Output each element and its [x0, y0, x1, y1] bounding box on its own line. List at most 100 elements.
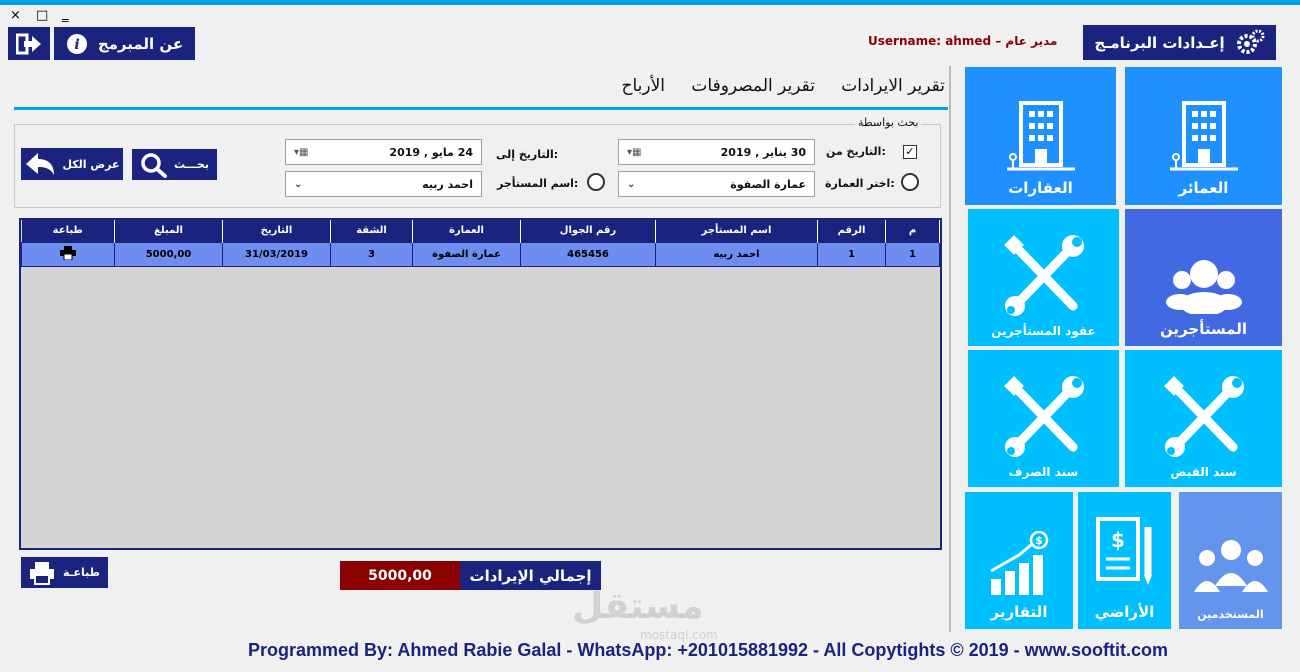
tenant-radio[interactable] — [587, 173, 605, 191]
panel-divider — [949, 66, 951, 632]
tile-receipt-voucher[interactable]: سند القبض — [1125, 350, 1282, 487]
settings-label: إعـدادات البرنامـج — [1094, 33, 1225, 52]
tile-buildings-label: العمائر — [1178, 179, 1229, 197]
calendar-icon: ▦▾ — [294, 146, 309, 158]
tab-expenses-report[interactable]: تقرير المصروفات — [691, 76, 815, 96]
building-value: عمارة الصفوة — [730, 177, 806, 191]
tenant-select[interactable]: احمد ربيه ⌄ — [285, 171, 482, 197]
svg-text:$: $ — [1035, 534, 1043, 547]
date-from-checkbox[interactable]: ✓ — [903, 145, 917, 159]
date-from-value: 30 يناير , 2019 — [720, 145, 806, 159]
exit-button[interactable] — [8, 27, 50, 60]
calendar-icon: ▦▾ — [627, 146, 642, 158]
tile-tenant-contracts[interactable]: عقود المستأجرين — [968, 209, 1119, 346]
back-arrow-icon — [26, 153, 55, 175]
date-to-label: التاريخ إلى: — [496, 148, 559, 161]
tools-icon — [1163, 376, 1244, 457]
logout-icon — [16, 33, 41, 54]
cell-number[interactable]: 1 — [817, 241, 886, 267]
cell-amount[interactable]: 5000,00 — [114, 241, 223, 267]
printer-icon[interactable] — [60, 245, 76, 260]
cell-apartment[interactable]: 3 — [330, 241, 413, 267]
building-icon — [1006, 101, 1075, 171]
users-group-icon — [1165, 260, 1242, 314]
tab-profits[interactable]: الأرباح — [621, 76, 665, 96]
cell-building[interactable]: عمارة الصفوة — [412, 241, 521, 267]
tenant-label: اسم المستأجر: — [497, 177, 579, 190]
building-label: اختر العمارة: — [825, 177, 895, 190]
date-from-picker[interactable]: 30 يناير , 2019 ▦▾ — [618, 139, 815, 165]
search-button-label: بحـــث — [174, 158, 209, 171]
col-header[interactable]: اسم المستأجر — [655, 220, 818, 242]
col-header[interactable]: طباعة — [21, 220, 115, 242]
gears-icon — [1236, 29, 1265, 54]
building-select[interactable]: عمارة الصفوة ⌄ — [618, 171, 815, 197]
tile-buildings[interactable]: العمائر — [1125, 67, 1282, 205]
svg-text:i: i — [74, 37, 79, 53]
user-info: مدير عام – Username: ahmed — [868, 34, 1058, 48]
tile-reports-label: التقارير — [990, 603, 1048, 621]
cell-tenant[interactable]: احمد ربيه — [655, 241, 818, 267]
col-header[interactable]: التاريخ — [222, 220, 331, 242]
tile-lands[interactable]: $ الأراضي — [1078, 492, 1171, 629]
col-header[interactable]: الشقة — [330, 220, 413, 242]
col-header[interactable]: العمارة — [412, 220, 521, 242]
show-all-button[interactable]: عرض الكل — [21, 148, 123, 180]
chevron-down-icon: ⌄ — [294, 178, 303, 190]
date-to-picker[interactable]: 24 مايو , 2019 ▦▾ — [285, 139, 482, 165]
tab-revenue-report[interactable]: تقرير الايرادات — [841, 76, 945, 96]
watermark-logo: مستقل — [572, 586, 704, 627]
program-settings-button[interactable]: إعـدادات البرنامـج — [1083, 25, 1276, 60]
show-all-label: عرض الكل — [62, 157, 120, 171]
table-header-row: م الرقم اسم المستأجر رقم الجوال العمارة … — [21, 220, 940, 242]
cell-print[interactable] — [21, 241, 115, 267]
col-header[interactable]: رقم الجوال — [520, 220, 656, 242]
tile-lands-label: الأراضي — [1094, 603, 1155, 621]
cell-mobile[interactable]: 465456 — [520, 241, 656, 267]
footer-credits: Programmed By: Ahmed Rabie Galal - Whats… — [248, 640, 1168, 660]
tile-payment-voucher-label: سند الصرف — [1008, 465, 1079, 479]
cell-date[interactable]: 31/03/2019 — [222, 241, 331, 267]
tile-tenants-label: المستأجرين — [1159, 320, 1248, 338]
minimize-window-button[interactable]: ‗ — [62, 8, 69, 23]
growth-chart-icon: $ — [990, 531, 1049, 595]
cell-index[interactable]: 1 — [885, 241, 940, 267]
tile-tenants[interactable]: المستأجرين — [1125, 209, 1282, 346]
tile-reports[interactable]: $ التقارير — [965, 492, 1073, 629]
window-top-accent — [0, 0, 1300, 5]
building-radio[interactable] — [901, 173, 919, 191]
col-header[interactable]: المبلغ — [114, 220, 223, 242]
about-programmer-button[interactable]: عن المبرمج i — [54, 27, 195, 60]
close-window-button[interactable]: × — [10, 8, 21, 23]
search-legend: بحث بواسطة — [855, 116, 922, 129]
col-header[interactable]: الرقم — [817, 220, 886, 242]
tile-users[interactable]: المستخدمين — [1179, 492, 1282, 629]
date-to-value: 24 مايو , 2019 — [389, 145, 473, 159]
printer-icon — [30, 561, 55, 585]
revenue-grid: م الرقم اسم المستأجر رقم الجوال العمارة … — [19, 218, 942, 550]
report-tabs: تقرير الايرادات تقرير المصروفات الأرباح — [14, 70, 948, 110]
tenant-value: احمد ربيه — [422, 177, 473, 191]
revenue-table: م الرقم اسم المستأجر رقم الجوال العمارة … — [21, 220, 940, 267]
tile-tenant-contracts-label: عقود المستأجرين — [991, 324, 1096, 338]
tools-icon — [1003, 235, 1084, 316]
building-icon — [1169, 101, 1238, 171]
print-report-button[interactable]: طباعـة — [21, 557, 108, 588]
document-dollar-icon: $ — [1095, 517, 1152, 585]
tile-properties[interactable]: العقارات — [965, 67, 1116, 205]
tile-payment-voucher[interactable]: سند الصرف — [968, 350, 1119, 487]
info-icon: i — [66, 33, 87, 54]
col-header[interactable]: م — [885, 220, 940, 242]
total-revenue-value: 5000,00 — [340, 561, 460, 590]
tile-receipt-voucher-label: سند القبض — [1170, 465, 1237, 479]
chevron-down-icon: ⌄ — [627, 178, 636, 190]
restore-window-button[interactable]: □ — [36, 8, 48, 23]
team-icon — [1193, 540, 1268, 592]
magnifier-icon — [141, 152, 167, 178]
search-button[interactable]: بحـــث — [132, 149, 217, 180]
tile-users-label: المستخدمين — [1197, 608, 1264, 621]
date-from-label: التاريخ من: — [826, 145, 886, 158]
print-label: طباعـة — [63, 566, 100, 579]
tile-properties-label: العقارات — [1008, 179, 1073, 197]
table-row[interactable]: 1 1 احمد ربيه 465456 عمارة الصفوة 3 31/0… — [21, 241, 940, 267]
